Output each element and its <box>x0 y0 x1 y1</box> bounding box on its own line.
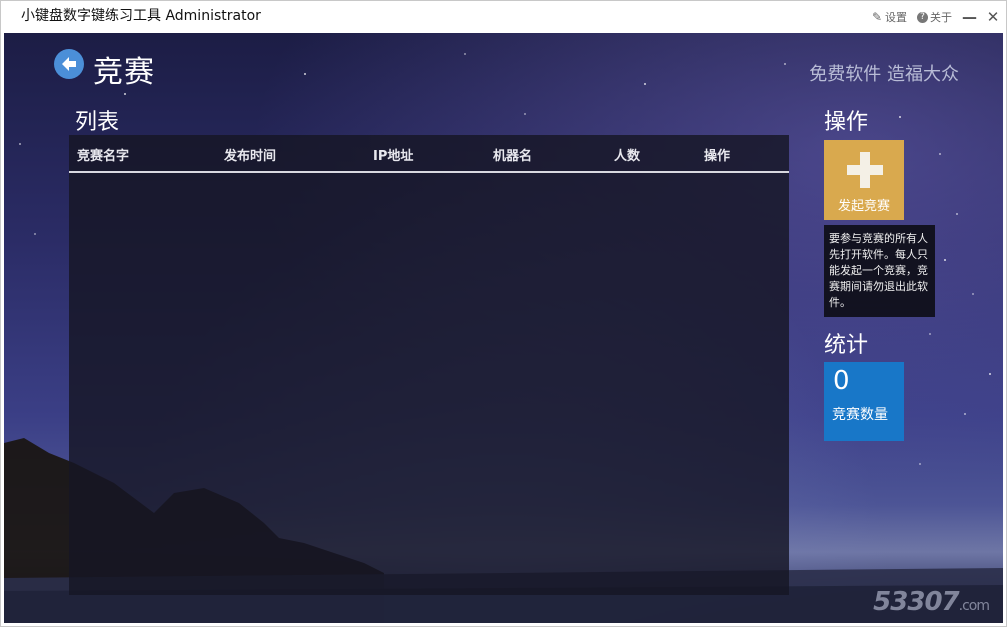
contest-count-tile: 0 竞赛数量 <box>824 362 904 441</box>
settings-label: 设置 <box>885 11 907 24</box>
column-header-count[interactable]: 人数 <box>614 145 640 164</box>
settings-link[interactable]: ✎ 设置 <box>871 9 907 25</box>
watermark-logo: 53307.com <box>873 587 990 617</box>
arrow-left-icon <box>62 57 76 71</box>
watermark-domain: .com <box>958 598 990 614</box>
title-bar-controls: ✎ 设置 ? 关于 — ✕ <box>871 7 1000 27</box>
column-header-machine[interactable]: 机器名 <box>493 145 532 164</box>
gear-icon: ✎ <box>871 9 883 24</box>
table-header: 竞赛名字 发布时间 IP地址 机器名 人数 操作 <box>69 135 789 173</box>
watermark-text: 53307 <box>873 587 959 617</box>
column-header-name[interactable]: 竞赛名字 <box>77 145 129 164</box>
about-link[interactable]: ? 关于 <box>917 9 952 25</box>
contest-list-table: 竞赛名字 发布时间 IP地址 机器名 人数 操作 <box>69 135 789 595</box>
contest-count-value: 0 <box>833 366 850 396</box>
about-label: 关于 <box>930 11 952 24</box>
list-section-title: 列表 <box>75 110 120 135</box>
slogan: 免费软件 造福大众 <box>809 64 959 85</box>
app-title: 小键盘数字键练习工具 Administrator <box>21 8 261 24</box>
close-button[interactable]: ✕ <box>986 10 1000 25</box>
column-header-action[interactable]: 操作 <box>704 145 730 164</box>
stats-section-title: 统计 <box>824 333 869 358</box>
title-bar: 小键盘数字键练习工具 Administrator ✎ 设置 ? 关于 — ✕ <box>1 1 1006 33</box>
main-content: 竞赛 免费软件 造福大众 列表 竞赛名字 发布时间 IP地址 机器名 人数 操作… <box>4 33 1003 623</box>
page-title: 竞赛 <box>93 55 155 90</box>
contest-count-label: 竞赛数量 <box>832 407 888 423</box>
start-contest-label: 发起竞赛 <box>837 199 890 214</box>
column-header-ip[interactable]: IP地址 <box>373 145 413 164</box>
start-contest-tooltip: 要参与竞赛的所有人先打开软件。每人只能发起一个竞赛，竞赛期间请勿退出此软件。 <box>824 225 935 317</box>
app-window: 小键盘数字键练习工具 Administrator ✎ 设置 ? 关于 — ✕ 竞… <box>0 0 1007 627</box>
back-button[interactable] <box>54 49 84 79</box>
start-contest-button[interactable]: 发起竞赛 <box>824 140 904 220</box>
operations-section-title: 操作 <box>824 110 869 135</box>
column-header-time[interactable]: 发布时间 <box>224 145 276 164</box>
question-icon: ? <box>917 11 928 23</box>
minimize-button[interactable]: — <box>962 10 977 25</box>
